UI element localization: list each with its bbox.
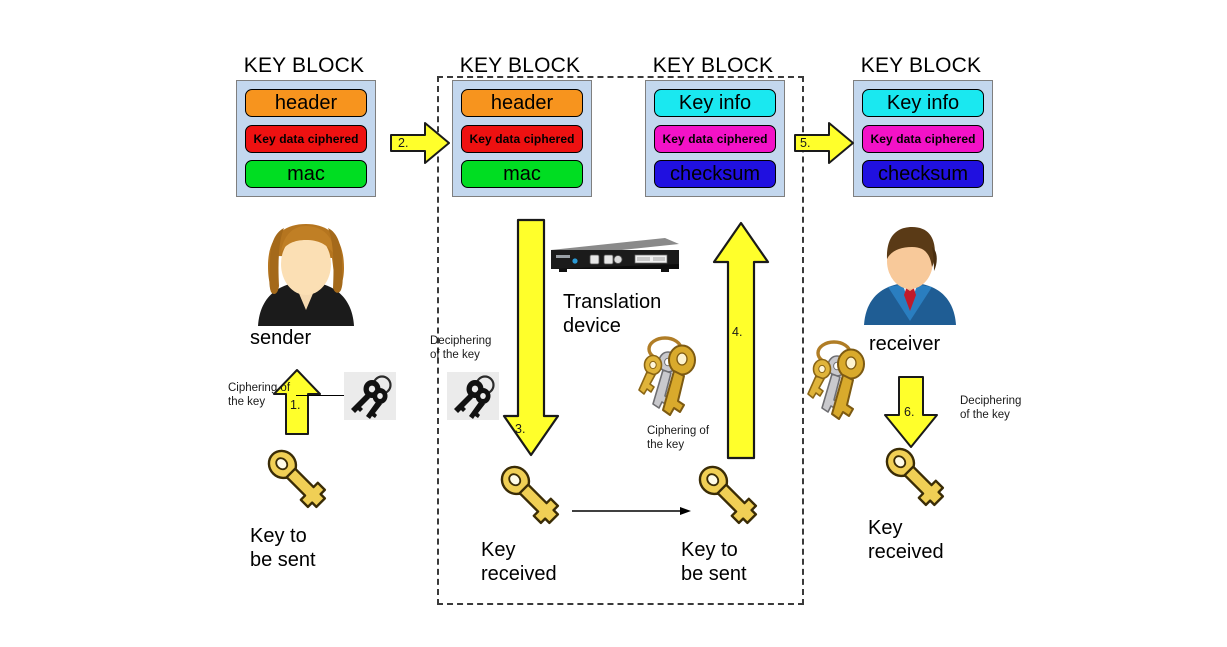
step-arrow-5: 5. <box>793 120 855 166</box>
key-block-title-translation-out: KEY BLOCK <box>652 54 774 77</box>
step-number: 5. <box>800 136 811 150</box>
key-transfer-arrow <box>572 503 692 519</box>
gold-key-icon-device-received <box>495 460 567 532</box>
key-block-title-receiver: KEY BLOCK <box>860 54 982 77</box>
step-arrow-2: 2. <box>389 120 451 166</box>
key-block-receiver: Key info Key data ciphered checksum <box>853 80 993 197</box>
step-arrow-6: 6. <box>882 375 940 449</box>
diagram-canvas: KEY BLOCK header Key data ciphered mac K… <box>0 0 1227 647</box>
step-number: 4. <box>732 325 743 339</box>
black-keys-icon-sender <box>344 372 396 420</box>
gold-key-icon-device-to-send <box>693 460 765 532</box>
key-block-row-header: header <box>461 89 583 117</box>
receiver-label: receiver <box>869 333 941 355</box>
gold-key-icon <box>500 465 560 525</box>
step-arrow-3: 3. <box>502 218 560 458</box>
keyring-icon-device <box>637 332 711 418</box>
key-block-row-header: header <box>245 89 367 117</box>
translation-device-icon <box>545 236 680 278</box>
key-block-row-key-info: Key info <box>862 89 984 117</box>
key-block-translation-in: header Key data ciphered mac <box>452 80 592 197</box>
arrow-down-icon <box>502 218 560 457</box>
black-keys-icon-device <box>447 372 499 420</box>
key-block-row-key-info: Key info <box>654 89 776 117</box>
key-block-row-key-data-ciphered: Key data ciphered <box>461 124 583 153</box>
key-block-title-translation-in: KEY BLOCK <box>459 54 581 77</box>
key-block-translation-out: Key info Key data ciphered checksum <box>645 80 785 197</box>
keyring-icon <box>807 340 865 420</box>
key-block-title-sender: KEY BLOCK <box>243 54 365 77</box>
key-label-device-received: Key received <box>481 539 557 586</box>
note-deciphering-device: Deciphering of the key <box>430 335 492 362</box>
gold-key-icon <box>698 465 758 525</box>
key-block-row-key-data-ciphered: Key data ciphered <box>654 124 776 153</box>
gold-key-icon-receiver <box>880 442 952 514</box>
gold-key-icon <box>267 449 327 509</box>
key-block-row-mac: mac <box>461 160 583 188</box>
note-ciphering-sender: Ciphering of the key <box>228 382 291 409</box>
black-keys-icon <box>351 375 392 419</box>
step-number: 2. <box>398 136 409 150</box>
sender-label: sender <box>250 327 312 349</box>
black-keys-icon <box>454 375 495 419</box>
key-block-sender: header Key data ciphered mac <box>236 80 376 197</box>
keyring-icon <box>638 336 696 416</box>
note-deciphering-receiver: Deciphering of the key <box>960 395 1022 422</box>
arrow-right-icon <box>572 507 691 515</box>
gold-key-icon <box>885 447 945 507</box>
key-label-sender: Key to be sent <box>250 525 316 572</box>
note-ciphering-device: Ciphering of the key <box>647 425 710 452</box>
key-block-row-key-data-ciphered: Key data ciphered <box>862 124 984 153</box>
key-block-row-checksum: checksum <box>862 160 984 188</box>
step-number: 3. <box>515 422 526 436</box>
sender-avatar <box>248 222 364 326</box>
key-block-row-checksum: checksum <box>654 160 776 188</box>
step-number: 6. <box>904 405 915 419</box>
gold-key-icon-sender <box>262 444 334 516</box>
key-label-device-to-send: Key to be sent <box>681 539 747 586</box>
key-block-row-key-data-ciphered: Key data ciphered <box>245 124 367 153</box>
receiver-avatar <box>858 225 962 325</box>
keyring-icon-receiver <box>806 336 880 422</box>
key-block-row-mac: mac <box>245 160 367 188</box>
key-label-receiver: Key received <box>868 517 944 564</box>
